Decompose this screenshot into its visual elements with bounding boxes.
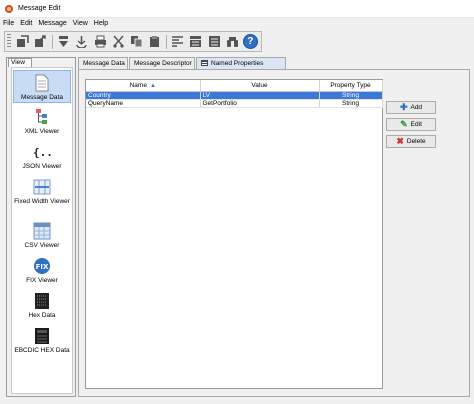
paste-icon[interactable] <box>147 34 162 50</box>
csv-grid-icon <box>33 222 51 240</box>
find-icon[interactable] <box>225 34 240 50</box>
delete-button[interactable]: ✖ Delete <box>386 135 436 148</box>
view-item-message-data[interactable]: Message Data <box>13 70 71 103</box>
view-item-label: CSV Viewer <box>24 242 60 249</box>
toolbar-separator <box>52 34 54 49</box>
xml-tree-icon <box>33 108 51 126</box>
tab-label: Named Properties <box>211 60 264 67</box>
fixed-width-icon <box>33 178 51 196</box>
view-panel: View Message Data XML Viewer {..} JSON V… <box>6 57 76 397</box>
menu-file[interactable]: File <box>3 20 14 27</box>
cell-type[interactable]: String <box>319 91 383 100</box>
pencil-icon: ✎ <box>400 119 408 129</box>
view-item-fix-viewer[interactable]: FIX FIX Viewer <box>13 254 71 287</box>
column-header-label: Name <box>129 81 147 89</box>
export-icon[interactable] <box>74 34 89 50</box>
view-item-label: JSON Viewer <box>22 163 62 170</box>
format-icon[interactable] <box>170 34 185 50</box>
open-icon[interactable] <box>15 34 30 50</box>
cell-value[interactable]: LV <box>200 91 320 100</box>
table-icon <box>201 60 208 67</box>
tab-strip: Message Data Message Descriptor Named Pr… <box>78 57 288 69</box>
column-header-value[interactable]: Value <box>200 80 320 92</box>
toolbar-grip[interactable] <box>7 34 11 49</box>
properties-table: Name ▲ Value Property Type Country LV Str… <box>86 80 383 108</box>
edit-button[interactable]: ✎ Edit <box>386 118 436 131</box>
view-item-label: EBCDIC HEX Data <box>14 347 70 354</box>
cell-type[interactable]: String <box>319 99 383 108</box>
menu-edit[interactable]: Edit <box>20 20 32 27</box>
view-list: Message Data XML Viewer {..} JSON Viewer… <box>11 67 73 394</box>
menu-message[interactable]: Message <box>38 20 66 27</box>
view-item-label: XML Viewer <box>24 128 60 135</box>
window-title: Message Edit <box>18 5 61 12</box>
view-item-label: Message Data <box>21 94 63 101</box>
column-header-name[interactable]: Name ▲ <box>86 80 201 92</box>
plus-icon: ✚ <box>399 102 408 112</box>
print-icon[interactable] <box>92 34 107 50</box>
cell-name[interactable]: Country <box>86 91 201 100</box>
view-item-xml-viewer[interactable]: XML Viewer <box>13 105 71 138</box>
view-item-label: Fixed Width Viewer <box>14 198 70 205</box>
toolbar-separator <box>166 34 168 49</box>
menu-bar: File Edit Message View Help <box>0 18 474 29</box>
properties-table-container: Name ▲ Value Property Type Country LV Str… <box>85 79 383 389</box>
named-properties-panel: Name ▲ Value Property Type Country LV Str… <box>78 69 470 397</box>
table-row[interactable]: Country LV String <box>86 91 383 100</box>
edit-button-label: Edit <box>410 121 422 128</box>
app-icon <box>4 4 14 14</box>
fix-badge-icon: FIX <box>33 257 51 275</box>
copy-icon[interactable] <box>129 34 144 50</box>
table-header-row: Name ▲ Value Property Type <box>86 80 383 92</box>
document-icon <box>33 74 51 92</box>
toolbar: ? <box>4 31 262 52</box>
svg-text:{..}: {..} <box>33 146 51 159</box>
view-item-label: Hex Data <box>28 312 56 319</box>
title-bar: Message Edit <box>0 0 474 18</box>
cell-value[interactable]: GetPortfolio <box>200 99 320 108</box>
menu-help[interactable]: Help <box>94 20 108 27</box>
view-item-ebcdic-hex-data[interactable]: EBCDIC HEX Data <box>13 324 71 366</box>
view-item-hex-data[interactable]: Hex Data <box>13 289 71 322</box>
view-item-label: FIX Viewer <box>26 277 58 284</box>
align-icon[interactable] <box>188 34 203 50</box>
view-item-fixed-width-viewer[interactable]: Fixed Width Viewer <box>13 175 71 217</box>
view-item-json-viewer[interactable]: {..} JSON Viewer <box>13 140 71 173</box>
delete-x-icon: ✖ <box>396 136 404 146</box>
tab-label: Message Descriptor <box>134 60 192 67</box>
tab-label: Message Data <box>83 60 125 67</box>
layout-icon[interactable] <box>206 34 221 50</box>
view-panel-tab[interactable]: View <box>8 58 32 67</box>
save-icon[interactable] <box>33 34 48 50</box>
ebcdic-icon <box>33 327 51 345</box>
help-icon[interactable]: ? <box>242 34 258 50</box>
cell-name[interactable]: QueryName <box>86 99 201 108</box>
hex-binary-icon <box>33 292 51 310</box>
tab-message-data[interactable]: Message Data <box>78 57 128 69</box>
table-row[interactable]: QueryName GetPortfolio String <box>86 99 383 108</box>
help-button[interactable]: ? <box>242 34 258 49</box>
sort-ascending-icon: ▲ <box>149 82 156 89</box>
import-icon[interactable] <box>56 34 71 50</box>
fix-badge-text: FIX <box>36 263 49 271</box>
view-item-csv-viewer[interactable]: CSV Viewer <box>13 219 71 252</box>
cut-icon[interactable] <box>111 34 126 50</box>
column-header-property-type[interactable]: Property Type <box>319 80 383 92</box>
delete-button-label: Delete <box>406 138 426 145</box>
add-button-label: Add <box>410 104 423 111</box>
json-braces-icon: {..} <box>33 143 51 161</box>
tab-message-descriptor[interactable]: Message Descriptor <box>129 57 195 69</box>
menu-view[interactable]: View <box>73 20 88 27</box>
tab-named-properties[interactable]: Named Properties <box>196 57 286 69</box>
add-button[interactable]: ✚ Add <box>386 101 436 114</box>
